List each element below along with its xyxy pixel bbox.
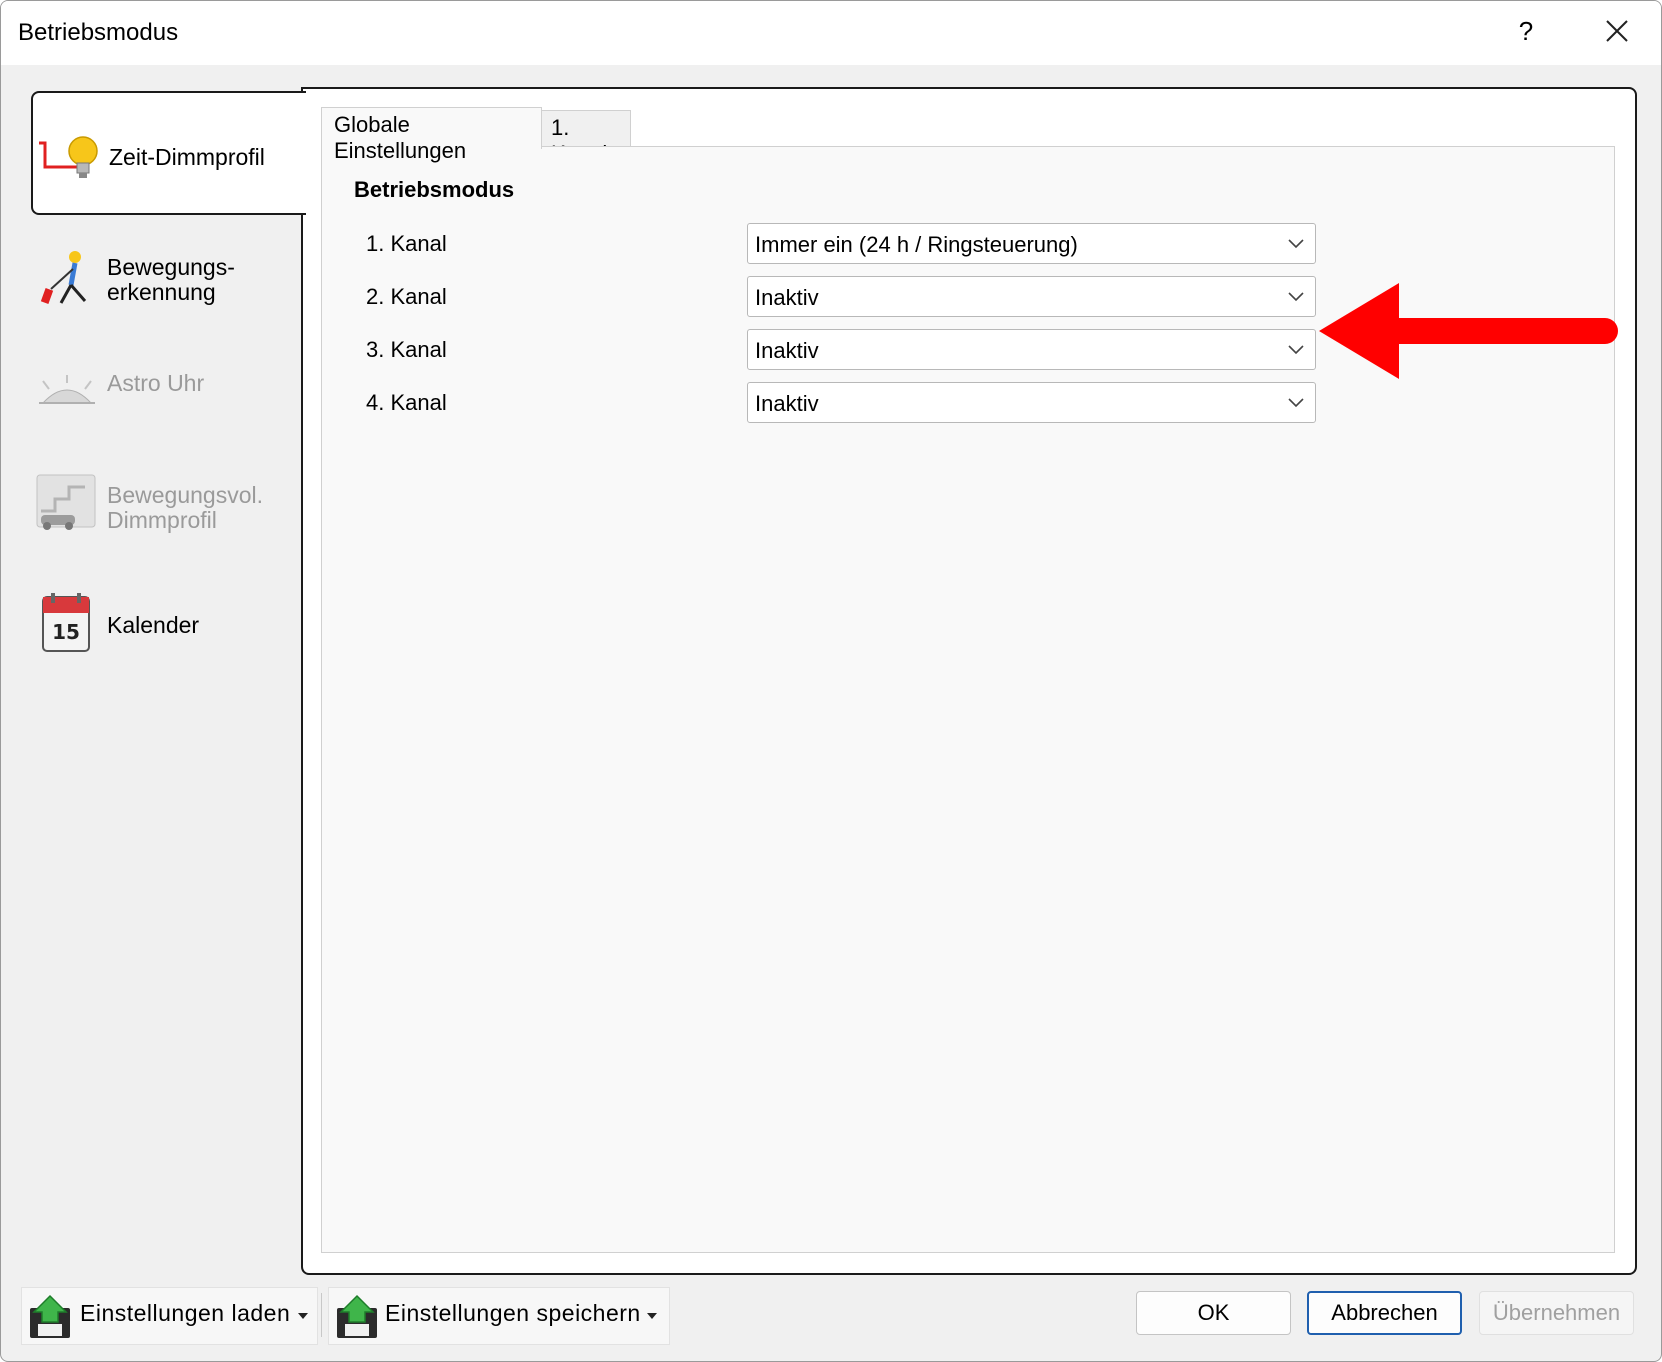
- cancel-button[interactable]: Abbrechen: [1307, 1291, 1462, 1335]
- nav-item-label: Zeit-Dimmprofil: [109, 144, 265, 170]
- nav-item-label: Bewegungsvol. Dimmprofil: [107, 482, 263, 533]
- title-bar: Betriebsmodus ?: [1, 1, 1661, 65]
- nav-item-label: Bewegungs- erkennung: [107, 254, 235, 305]
- nav-item-zeit-dimmprofil[interactable]: Zeit-Dimmprofil: [31, 91, 306, 215]
- select-value: Inaktiv: [755, 285, 819, 310]
- nav-item-kalender[interactable]: 15 Kalender: [31, 591, 303, 661]
- motion-person-icon: [35, 249, 99, 318]
- window-title: Betriebsmodus: [18, 19, 179, 46]
- apply-button[interactable]: Übernehmen: [1479, 1291, 1634, 1335]
- nav-item-label: Astro Uhr: [107, 370, 205, 396]
- select-value: Inaktiv: [755, 391, 819, 416]
- floppy-load-icon: [28, 1294, 72, 1345]
- kanal-2-label: 2. Kanal: [366, 284, 447, 309]
- chevron-down-icon: [1288, 345, 1304, 355]
- chevron-down-icon: [1288, 239, 1304, 249]
- floppy-save-icon: [335, 1294, 379, 1345]
- chevron-down-icon: [1288, 292, 1304, 302]
- tab-globale-einstellungen[interactable]: Globale Einstellungen: [321, 107, 542, 163]
- settings-panel: Globale Einstellungen 1. Kanal Betriebsm…: [301, 87, 1637, 1275]
- kanal-4-mode-select[interactable]: Inaktiv: [747, 382, 1316, 423]
- save-settings-label: Einstellungen speichern: [385, 1300, 641, 1326]
- kanal-3-mode-select[interactable]: Inaktiv: [747, 329, 1316, 370]
- select-value: Inaktiv: [755, 338, 819, 363]
- chevron-down-icon: [298, 1313, 308, 1319]
- kanal-3-label: 3. Kanal: [366, 337, 447, 362]
- calendar-day: 15: [52, 620, 80, 644]
- load-settings-label: Einstellungen laden: [80, 1300, 291, 1326]
- close-button[interactable]: [1597, 11, 1637, 51]
- help-button[interactable]: ?: [1511, 11, 1541, 51]
- close-icon: [1606, 20, 1628, 42]
- lightbulb-dimm-icon: [37, 125, 101, 194]
- ok-button[interactable]: OK: [1136, 1291, 1291, 1335]
- tab-kanal-1[interactable]: 1. Kanal: [541, 110, 631, 166]
- astro-clock-icon: [35, 361, 99, 430]
- dialog-window: Betriebsmodus ? Zeit-Dimmprofil Bewegung…: [0, 0, 1662, 1362]
- select-value: Immer ein (24 h / Ringsteuerung): [755, 232, 1078, 257]
- nav-item-astro-uhr[interactable]: Astro Uhr: [31, 357, 303, 427]
- kanal-1-mode-select[interactable]: Immer ein (24 h / Ringsteuerung): [747, 223, 1316, 264]
- nav-item-label: Kalender: [107, 612, 200, 638]
- kanal-2-mode-select[interactable]: Inaktiv: [747, 276, 1316, 317]
- toolbar-separator: [321, 1293, 322, 1337]
- chevron-down-icon: [647, 1313, 657, 1319]
- load-settings-button[interactable]: Einstellungen laden: [21, 1287, 318, 1345]
- kanal-4-label: 4. Kanal: [366, 390, 447, 415]
- section-title: Betriebsmodus: [354, 177, 515, 202]
- motion-dimm-icon: [35, 471, 99, 540]
- nav-item-bewegungserkennung[interactable]: Bewegungs- erkennung: [31, 241, 303, 325]
- kanal-1-label: 1. Kanal: [366, 231, 447, 256]
- chevron-down-icon: [1288, 398, 1304, 408]
- sidebar-nav: Zeit-Dimmprofil Bewegungs- erkennung Ast…: [31, 91, 306, 1275]
- arrow-left-icon: [1319, 283, 1618, 379]
- save-settings-button[interactable]: Einstellungen speichern: [328, 1287, 670, 1345]
- calendar-icon: 15: [35, 591, 99, 660]
- nav-item-bewegungsvol-dimmprofil[interactable]: Bewegungsvol. Dimmprofil: [31, 467, 303, 551]
